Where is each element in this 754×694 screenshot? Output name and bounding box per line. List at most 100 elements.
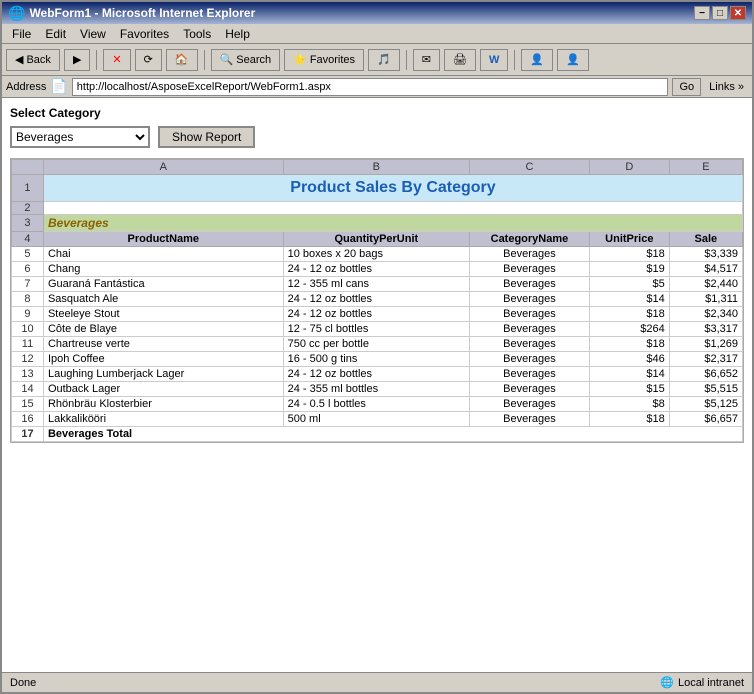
- data-col-header-row: 4 ProductName QuantityPerUnit CategoryNa…: [12, 232, 743, 247]
- cell-price: $18: [589, 247, 669, 262]
- status-text: Done: [10, 677, 36, 689]
- category-select[interactable]: Beverages Condiments Confections Dairy P…: [10, 126, 150, 148]
- row-num-6: 6: [12, 262, 44, 277]
- cell-price: $5: [589, 277, 669, 292]
- menu-tools[interactable]: Tools: [177, 26, 217, 42]
- print-button[interactable]: 🖨: [444, 49, 476, 71]
- col-header-qty: QuantityPerUnit: [283, 232, 469, 247]
- toolbar: ◀ Back ▶ ✕ ⟳ 🏠 🔍 Search ⭐ Favorites 🎵: [2, 44, 752, 76]
- forward-button[interactable]: ▶: [64, 49, 90, 71]
- cell-product: Laughing Lumberjack Lager: [43, 367, 283, 382]
- toolbar-separator-4: [514, 50, 515, 70]
- back-label: Back: [26, 54, 50, 66]
- show-report-button[interactable]: Show Report: [158, 126, 255, 148]
- cell-sale: $3,339: [669, 247, 742, 262]
- print-icon: 🖨: [453, 53, 467, 66]
- row-num-7: 7: [12, 277, 44, 292]
- ss-table: A B C D E 1 Product Sales By Category: [11, 159, 743, 442]
- cell-price: $18: [589, 307, 669, 322]
- menu-edit[interactable]: Edit: [39, 26, 72, 42]
- home-icon: 🏠: [175, 53, 189, 66]
- cell-sale: $6,652: [669, 367, 742, 382]
- table-row: 10 Côte de Blaye 12 - 75 cl bottles Beve…: [12, 322, 743, 337]
- row-num-11: 11: [12, 337, 44, 352]
- row-num-13: 13: [12, 367, 44, 382]
- menu-favorites[interactable]: Favorites: [114, 26, 175, 42]
- col-header-c: C: [470, 160, 590, 175]
- table-row: 16 Lakkalikööri 500 ml Beverages $18 $6,…: [12, 412, 743, 427]
- stop-button[interactable]: ✕: [103, 49, 130, 71]
- total-row: 17 Beverages Total: [12, 427, 743, 442]
- row-num-9: 9: [12, 307, 44, 322]
- media-button[interactable]: 🎵: [368, 49, 400, 71]
- empty-row-2: [43, 202, 742, 215]
- col-header-sale: Sale: [669, 232, 742, 247]
- search-button[interactable]: 🔍 Search: [211, 49, 281, 71]
- cell-qty: 16 - 500 g tins: [283, 352, 469, 367]
- col-header-e: E: [669, 160, 742, 175]
- spreadsheet: A B C D E 1 Product Sales By Category: [10, 158, 744, 443]
- media-icon: 🎵: [377, 53, 391, 66]
- maximize-button[interactable]: □: [712, 6, 728, 20]
- address-input[interactable]: [72, 78, 669, 96]
- table-row: 11 Chartreuse verte 750 cc per bottle Be…: [12, 337, 743, 352]
- cell-qty: 10 boxes x 20 bags: [283, 247, 469, 262]
- controls-row: Beverages Condiments Confections Dairy P…: [10, 126, 744, 148]
- col-header-row: A B C D E: [12, 160, 743, 175]
- cell-category: Beverages: [470, 247, 590, 262]
- user2-button[interactable]: 👤: [557, 49, 589, 71]
- favorites-label: Favorites: [310, 54, 355, 66]
- cell-price: $8: [589, 397, 669, 412]
- refresh-icon: ⟳: [144, 53, 153, 66]
- links-button[interactable]: Links »: [705, 81, 748, 93]
- cell-category: Beverages: [470, 352, 590, 367]
- cell-product: Outback Lager: [43, 382, 283, 397]
- back-button[interactable]: ◀ Back: [6, 49, 60, 71]
- cell-sale: $1,269: [669, 337, 742, 352]
- go-button[interactable]: Go: [672, 78, 701, 96]
- user1-button[interactable]: 👤: [521, 49, 553, 71]
- row-num-14: 14: [12, 382, 44, 397]
- word-button[interactable]: W: [480, 49, 508, 71]
- page-content: Select Category Beverages Condiments Con…: [2, 98, 752, 672]
- mail-button[interactable]: ✉: [413, 49, 440, 71]
- refresh-button[interactable]: ⟳: [135, 49, 162, 71]
- cell-sale: $4,517: [669, 262, 742, 277]
- search-label: Search: [236, 54, 271, 66]
- table-row: 7 Guaraná Fantástica 12 - 355 ml cans Be…: [12, 277, 743, 292]
- row-num-3: 3: [12, 215, 44, 232]
- cell-qty: 12 - 355 ml cans: [283, 277, 469, 292]
- cell-price: $19: [589, 262, 669, 277]
- cell-qty: 24 - 12 oz bottles: [283, 307, 469, 322]
- cell-price: $14: [589, 292, 669, 307]
- title-row-1: 1 Product Sales By Category: [12, 175, 743, 202]
- home-button[interactable]: 🏠: [166, 49, 198, 71]
- cell-category: Beverages: [470, 412, 590, 427]
- table-row: 12 Ipoh Coffee 16 - 500 g tins Beverages…: [12, 352, 743, 367]
- col-header-rn: [12, 160, 44, 175]
- col-header-b: B: [283, 160, 469, 175]
- minimize-button[interactable]: −: [694, 6, 710, 20]
- menu-file[interactable]: File: [6, 26, 37, 42]
- menu-help[interactable]: Help: [219, 26, 256, 42]
- category-header-row: 3 Beverages: [12, 215, 743, 232]
- close-button[interactable]: ✕: [730, 6, 746, 20]
- mail-icon: ✉: [422, 53, 431, 66]
- toolbar-separator-2: [204, 50, 205, 70]
- cell-qty: 750 cc per bottle: [283, 337, 469, 352]
- cell-product: Chartreuse verte: [43, 337, 283, 352]
- cell-price: $264: [589, 322, 669, 337]
- row-num-5: 5: [12, 247, 44, 262]
- cell-qty: 12 - 75 cl bottles: [283, 322, 469, 337]
- cell-category: Beverages: [470, 322, 590, 337]
- row-num-12: 12: [12, 352, 44, 367]
- cell-price: $15: [589, 382, 669, 397]
- back-arrow-icon: ◀: [15, 53, 23, 66]
- menu-view[interactable]: View: [74, 26, 112, 42]
- cell-price: $14: [589, 367, 669, 382]
- browser-page-icon: 📄: [50, 78, 67, 95]
- title-row-2: 2: [12, 202, 743, 215]
- cell-sale: $2,440: [669, 277, 742, 292]
- table-row: 9 Steeleye Stout 24 - 12 oz bottles Beve…: [12, 307, 743, 322]
- favorites-button[interactable]: ⭐ Favorites: [284, 49, 364, 71]
